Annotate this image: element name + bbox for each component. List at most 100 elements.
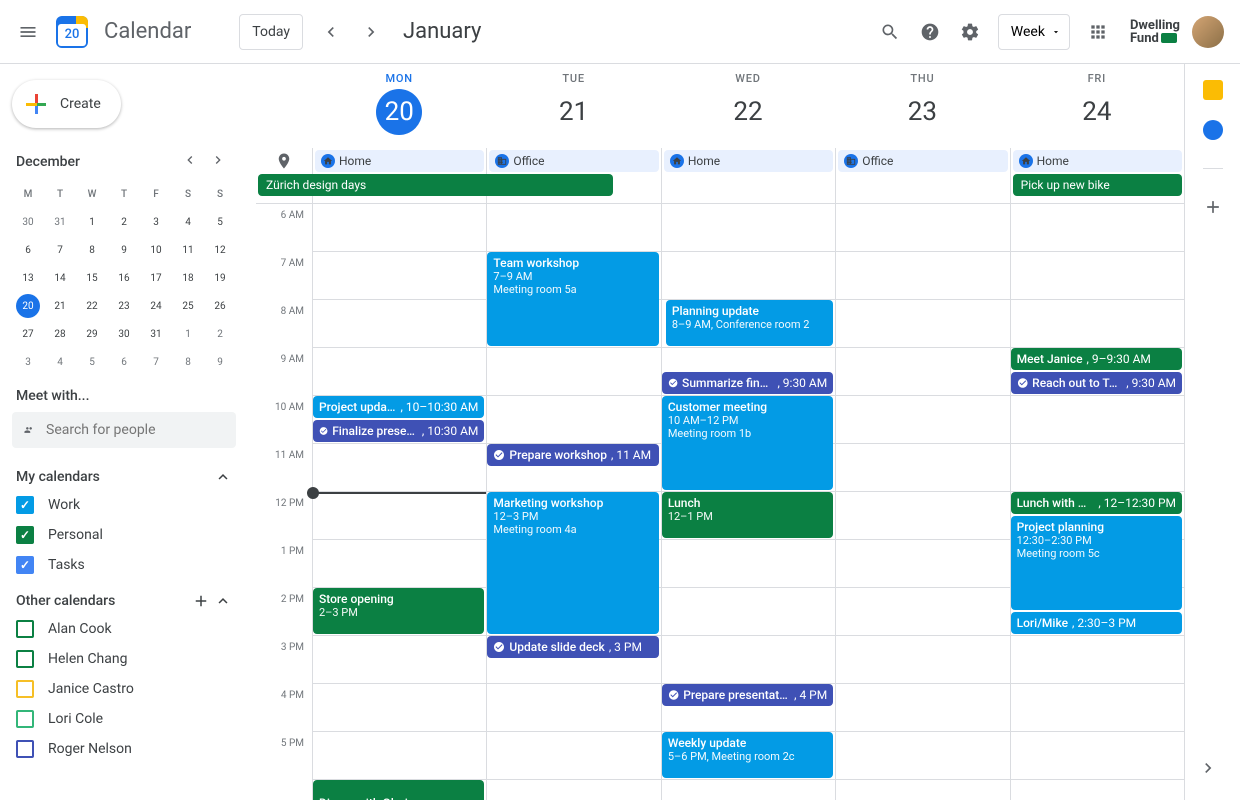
- search-people-input[interactable]: [46, 422, 224, 438]
- calendar-checkbox[interactable]: [16, 650, 34, 668]
- mini-day[interactable]: 25: [172, 292, 204, 320]
- mini-day[interactable]: 6: [108, 348, 140, 376]
- day-column[interactable]: Project update, 10–10:30 AMFinalize pres…: [312, 204, 486, 800]
- apps-button[interactable]: [1078, 12, 1118, 52]
- event[interactable]: Prepare workshop, 11 AM: [487, 444, 658, 466]
- event[interactable]: Team workshop7–9 AMMeeting room 5a: [487, 252, 658, 346]
- event[interactable]: Lunch with Noah, 12–12:30 PM: [1011, 492, 1182, 514]
- allday-column[interactable]: Home: [661, 148, 835, 203]
- mini-day[interactable]: 28: [44, 320, 76, 348]
- event[interactable]: Summarize findings, 9:30 AM: [662, 372, 833, 394]
- day-column[interactable]: [835, 204, 1009, 800]
- allday-column[interactable]: HomePick up new bike: [1010, 148, 1184, 203]
- mini-day[interactable]: 17: [140, 264, 172, 292]
- prev-week-button[interactable]: [311, 12, 351, 52]
- calendar-item[interactable]: Janice Castro: [8, 674, 240, 704]
- mini-day[interactable]: 23: [108, 292, 140, 320]
- event[interactable]: Weekly update5–6 PM, Meeting room 2c: [662, 732, 833, 778]
- event[interactable]: Customer meeting10 AM–12 PMMeeting room …: [662, 396, 833, 490]
- add-addon-icon[interactable]: [1203, 197, 1223, 217]
- event[interactable]: Update slide deck, 3 PM: [487, 636, 658, 658]
- mini-day[interactable]: 13: [12, 264, 44, 292]
- mini-day[interactable]: 8: [172, 348, 204, 376]
- mini-day[interactable]: 19: [204, 264, 236, 292]
- location-chip[interactable]: Office: [838, 150, 1007, 172]
- calendar-item[interactable]: Work: [8, 490, 240, 520]
- allday-event[interactable]: Zürich design days: [258, 174, 613, 196]
- expand-rail-button[interactable]: [1192, 752, 1224, 784]
- my-calendars-header[interactable]: My calendars: [8, 464, 240, 490]
- mini-day[interactable]: 5: [204, 208, 236, 236]
- event[interactable]: Dinner with Gloria: [313, 780, 484, 800]
- mini-day[interactable]: 10: [140, 236, 172, 264]
- event[interactable]: Project update, 10–10:30 AM: [313, 396, 484, 418]
- mini-next-button[interactable]: [204, 148, 232, 176]
- mini-calendar[interactable]: MTWTFSS303112345678910111213141516171819…: [8, 180, 240, 376]
- event[interactable]: Marketing workshop12–3 PMMeeting room 4a: [487, 492, 658, 634]
- search-people[interactable]: [12, 412, 236, 448]
- calendar-item[interactable]: Alan Cook: [8, 614, 240, 644]
- mini-day[interactable]: 2: [204, 320, 236, 348]
- event[interactable]: Project planning12:30–2:30 PMMeeting roo…: [1011, 516, 1182, 610]
- day-header[interactable]: WED22: [661, 64, 835, 148]
- add-calendar-icon[interactable]: [192, 592, 210, 610]
- event[interactable]: Reach out to Tom, 9:30 AM: [1011, 372, 1182, 394]
- event[interactable]: Planning update8–9 AM, Conference room 2: [666, 300, 833, 346]
- location-chip[interactable]: Office: [489, 150, 658, 172]
- support-button[interactable]: [910, 12, 950, 52]
- calendar-item[interactable]: Personal: [8, 520, 240, 550]
- day-column[interactable]: Meet Janice, 9–9:30 AMReach out to Tom, …: [1010, 204, 1184, 800]
- mini-day[interactable]: 18: [172, 264, 204, 292]
- day-header[interactable]: FRI24: [1010, 64, 1184, 148]
- tasks-icon[interactable]: [1203, 120, 1223, 140]
- mini-day[interactable]: 4: [44, 348, 76, 376]
- main-menu-button[interactable]: [8, 12, 48, 52]
- location-chip[interactable]: Home: [315, 150, 484, 172]
- event[interactable]: Lori/Mike, 2:30–3 PM: [1011, 612, 1182, 634]
- calendar-checkbox[interactable]: [16, 496, 34, 514]
- event[interactable]: Lunch12–1 PM: [662, 492, 833, 538]
- mini-day[interactable]: 20: [16, 294, 40, 318]
- calendar-checkbox[interactable]: [16, 740, 34, 758]
- mini-day[interactable]: 8: [76, 236, 108, 264]
- calendar-item[interactable]: Lori Cole: [8, 704, 240, 734]
- mini-day[interactable]: 27: [12, 320, 44, 348]
- allday-event[interactable]: Pick up new bike: [1013, 174, 1182, 196]
- mini-day[interactable]: 3: [12, 348, 44, 376]
- calendar-item[interactable]: Roger Nelson: [8, 734, 240, 764]
- other-calendars-header[interactable]: Other calendars: [8, 588, 240, 614]
- mini-day[interactable]: 21: [44, 292, 76, 320]
- mini-day[interactable]: 30: [12, 208, 44, 236]
- mini-day[interactable]: 31: [44, 208, 76, 236]
- calendar-item[interactable]: Tasks: [8, 550, 240, 580]
- mini-day[interactable]: 2: [108, 208, 140, 236]
- settings-button[interactable]: [950, 12, 990, 52]
- calendar-checkbox[interactable]: [16, 620, 34, 638]
- calendar-item[interactable]: Helen Chang: [8, 644, 240, 674]
- allday-column[interactable]: Office: [835, 148, 1009, 203]
- calendar-checkbox[interactable]: [16, 526, 34, 544]
- search-button[interactable]: [870, 12, 910, 52]
- mini-day[interactable]: 9: [204, 348, 236, 376]
- location-chip[interactable]: Home: [1013, 150, 1182, 172]
- create-button[interactable]: Create: [12, 80, 121, 128]
- time-grid[interactable]: 6 AM7 AM8 AM9 AM10 AM11 AM12 PM1 PM2 PM3…: [256, 204, 1184, 800]
- mini-day[interactable]: 9: [108, 236, 140, 264]
- mini-day[interactable]: 29: [76, 320, 108, 348]
- event[interactable]: Meet Janice, 9–9:30 AM: [1011, 348, 1182, 370]
- mini-day[interactable]: 24: [140, 292, 172, 320]
- mini-day[interactable]: 5: [76, 348, 108, 376]
- mini-day[interactable]: 14: [44, 264, 76, 292]
- day-header[interactable]: THU23: [835, 64, 1009, 148]
- mini-day[interactable]: 7: [140, 348, 172, 376]
- calendar-checkbox[interactable]: [16, 710, 34, 728]
- day-column[interactable]: Planning update8–9 AM, Conference room 2…: [661, 204, 835, 800]
- calendar-checkbox[interactable]: [16, 556, 34, 574]
- next-week-button[interactable]: [351, 12, 391, 52]
- event[interactable]: Store opening2–3 PM: [313, 588, 484, 634]
- view-selector[interactable]: Week: [998, 14, 1070, 50]
- mini-day[interactable]: 3: [140, 208, 172, 236]
- mini-day[interactable]: 7: [44, 236, 76, 264]
- mini-prev-button[interactable]: [176, 148, 204, 176]
- mini-day[interactable]: 31: [140, 320, 172, 348]
